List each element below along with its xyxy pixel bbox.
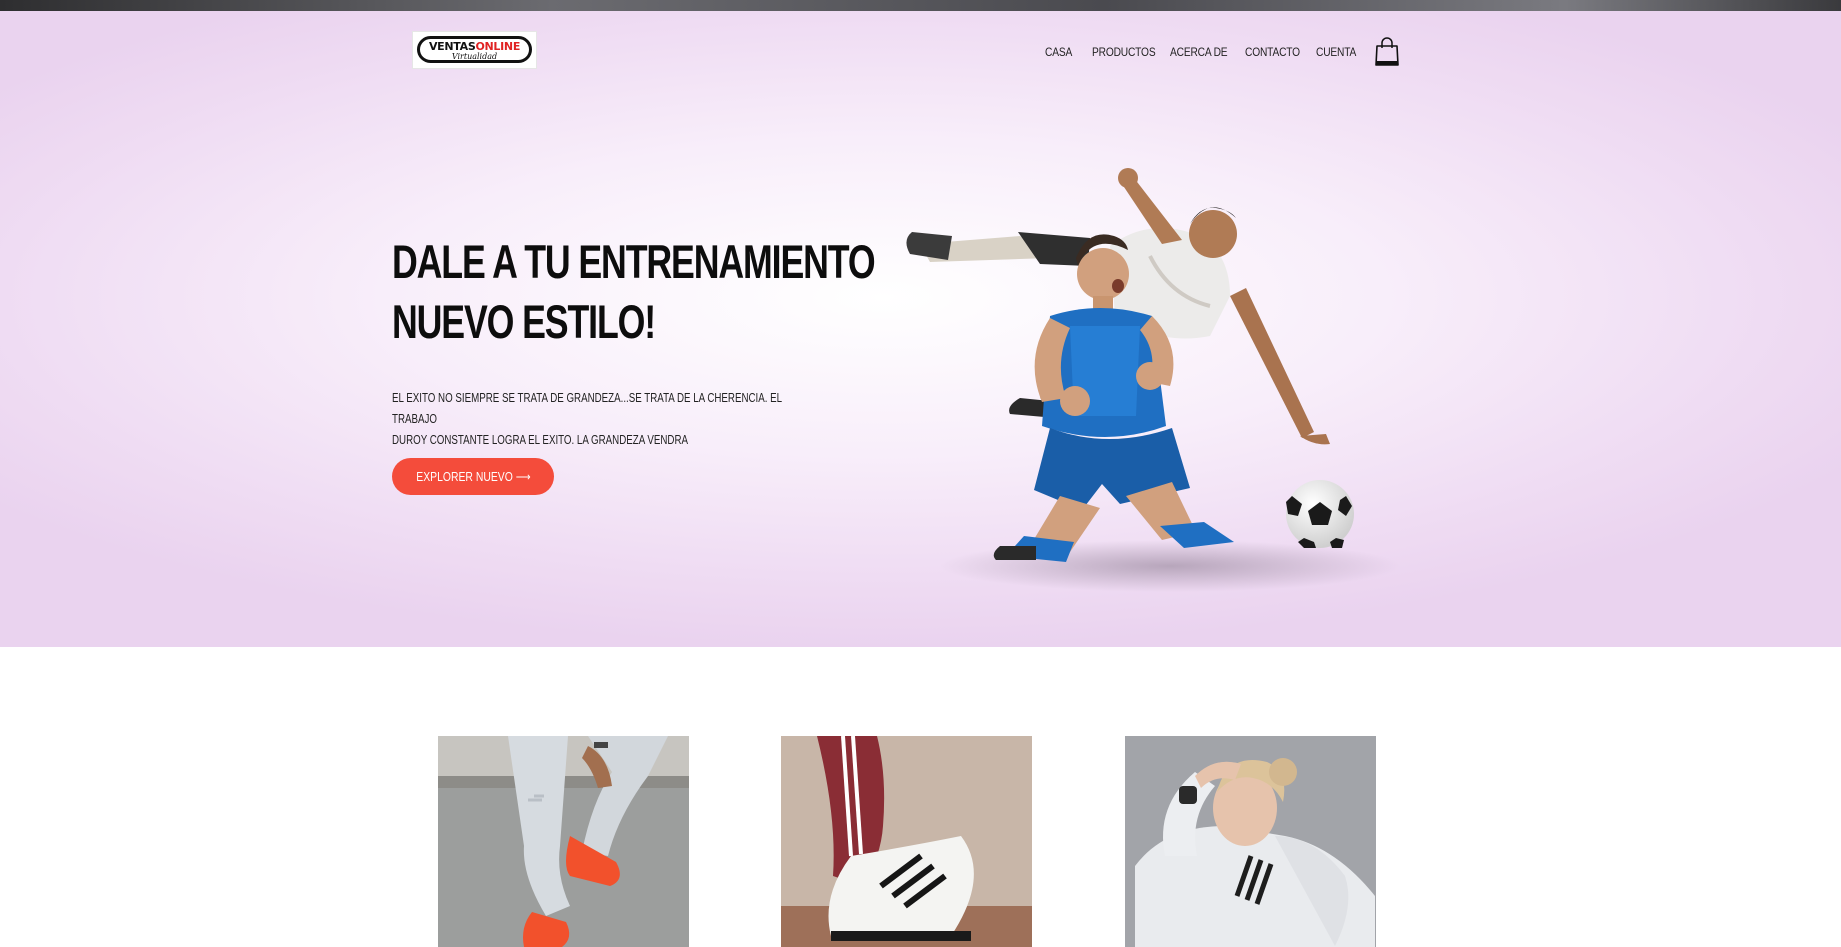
orange-sneakers-image (438, 736, 689, 947)
nav-link-casa[interactable]: CASA (1045, 45, 1072, 59)
nav-link-productos[interactable]: PRODUCTOS (1092, 45, 1156, 59)
nav-link-acerca-de[interactable]: ACERCA DE (1170, 45, 1228, 59)
nav-link-cuenta[interactable]: CUENTA (1316, 45, 1356, 59)
hero-description-line-2: DUROY CONSTANTE LOGRA EL EXITO. LA GRAND… (392, 432, 689, 447)
top-image-strip (0, 0, 1841, 11)
striped-pants-sneaker-image (781, 736, 1032, 947)
nav-link-contacto[interactable]: CONTACTO (1245, 45, 1300, 59)
hero-title-line-2: NUEVO ESTILO! (392, 295, 656, 348)
main-nav: CASA PRODUCTOS ACERCA DE CONTACTO CUENTA (0, 45, 1841, 63)
product-card-3[interactable] (1125, 736, 1376, 947)
woman-white-hoodie-image (1125, 736, 1376, 947)
hero-section: VENTASONLINE Virtualidad CASA PRODUCTOS … (0, 11, 1841, 647)
product-card-2[interactable] (781, 736, 1032, 947)
hero-title-line-1: DALE A TU ENTRENAMIENTO (392, 235, 876, 288)
explore-new-button[interactable]: EXPLORER NUEVO ⟶ (392, 458, 554, 495)
hero-description: EL EXITO NO SIEMPRE SE TRATA DE GRANDEZA… (392, 387, 812, 450)
hero-title: DALE A TU ENTRENAMIENTO NUEVO ESTILO! (392, 232, 876, 352)
hero-description-line-1: EL EXITO NO SIEMPRE SE TRATA DE GRANDEZA… (392, 390, 782, 426)
product-card-1[interactable] (438, 736, 689, 947)
shopping-bag-icon[interactable] (1374, 37, 1400, 67)
soccer-players-image (900, 166, 1420, 606)
explore-new-button-label: EXPLORER NUEVO ⟶ (415, 468, 531, 484)
